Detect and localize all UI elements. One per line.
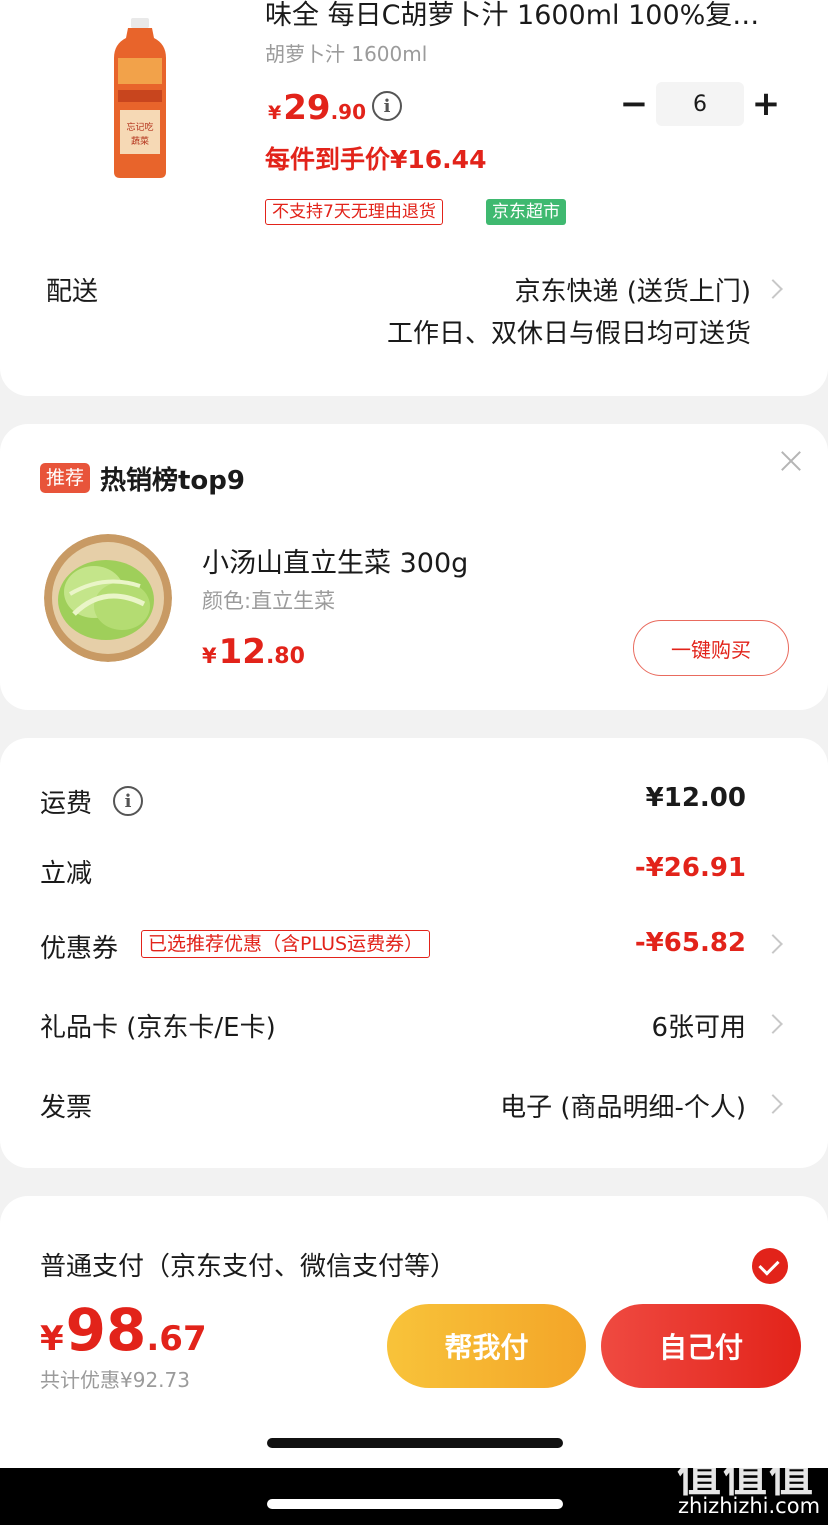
rec-price-symbol: ¥: [202, 644, 217, 668]
shipping-info-icon[interactable]: i: [113, 786, 143, 816]
store-tag: 京东超市: [486, 199, 566, 225]
total-price: ¥ 98 .67: [40, 1296, 207, 1364]
watermark-url: zhizhizhi.com: [678, 1494, 821, 1518]
giftcard-label[interactable]: 礼品卡 (京东卡/E卡): [40, 1007, 276, 1044]
delivery-label: 配送: [46, 277, 99, 307]
checkout-page: 忘记吃 蔬菜 味全 每日C胡萝卜汁 1600ml 100%复… 胡萝卜汁 160…: [0, 0, 828, 1525]
lettuce-image[interactable]: [44, 534, 172, 662]
home-indicator-secondary: [267, 1499, 563, 1509]
coupon-value[interactable]: -¥65.82: [635, 928, 746, 958]
recommend-badge: 推荐: [40, 463, 91, 493]
bottle-label-2: 蔬菜: [131, 135, 149, 147]
bottle-label-1: 忘记吃: [126, 121, 153, 133]
product-image[interactable]: 忘记吃 蔬菜: [110, 18, 170, 180]
price-decimal: .90: [330, 100, 366, 124]
product-card: 忘记吃 蔬菜 味全 每日C胡萝卜汁 1600ml 100%复… 胡萝卜汁 160…: [0, 0, 828, 396]
unit-price: 每件到手价¥16.44: [265, 145, 487, 174]
shipping-value: ¥12.00: [645, 783, 746, 813]
recommend-item-name[interactable]: 小汤山直立生菜 300g: [202, 541, 468, 580]
shipping-label: 运费: [40, 789, 93, 819]
rec-price-integer: 12: [218, 632, 266, 672]
quantity-stepper: − 6 +: [612, 82, 788, 126]
coupon-chevron-icon[interactable]: [763, 934, 783, 954]
giftcard-chevron-icon[interactable]: [763, 1014, 783, 1034]
total-symbol: ¥: [40, 1319, 64, 1359]
recommendation-card: 推荐 热销榜top9 小汤山直立生菜 300g 颜色:直立生菜 ¥ 12 .80…: [0, 424, 828, 710]
price-integer: 29: [283, 88, 331, 128]
total-integer: 98: [65, 1296, 147, 1364]
checkmark-icon[interactable]: [752, 1248, 788, 1284]
product-price: ¥ 29 .90: [268, 88, 366, 128]
coupon-label[interactable]: 优惠券: [40, 928, 118, 965]
help-pay-button[interactable]: 帮我付: [387, 1304, 586, 1388]
delivery-chevron-icon[interactable]: [763, 279, 783, 299]
recommend-item-spec: 颜色:直立生菜: [202, 589, 336, 613]
invoice-chevron-icon[interactable]: [763, 1094, 783, 1114]
self-pay-button[interactable]: 自己付: [601, 1304, 801, 1388]
discount-value: -¥26.91: [634, 853, 746, 883]
invoice-label[interactable]: 发票: [40, 1087, 92, 1124]
payment-method-label[interactable]: 普通支付（京东支付、微信支付等）: [40, 1246, 456, 1283]
decrease-quantity-button[interactable]: −: [612, 82, 656, 126]
price-symbol: ¥: [268, 102, 282, 124]
product-spec: 胡萝卜汁 1600ml: [265, 42, 428, 66]
fees-card: 运费 i ¥12.00 立减 -¥26.91 优惠券 已选推荐优惠（含PLUS运…: [0, 738, 828, 1168]
recommend-title: 热销榜top9: [100, 466, 245, 496]
total-saved: 共计优惠¥92.73: [40, 1368, 190, 1392]
home-indicator[interactable]: [267, 1438, 563, 1448]
increase-quantity-button[interactable]: +: [744, 82, 788, 126]
price-info-icon[interactable]: i: [372, 91, 402, 121]
no-return-tag: 不支持7天无理由退货: [265, 199, 443, 225]
recommend-item-price: ¥ 12 .80: [202, 632, 305, 672]
quantity-value[interactable]: 6: [656, 82, 744, 126]
giftcard-value[interactable]: 6张可用: [651, 1007, 746, 1044]
delivery-method[interactable]: 京东快递 (送货上门): [514, 271, 751, 308]
delivery-schedule[interactable]: 工作日、双休日与假日均可送货: [387, 313, 751, 350]
one-click-buy-button[interactable]: 一键购买: [633, 620, 789, 676]
discount-label: 立减: [40, 859, 93, 889]
coupon-tag[interactable]: 已选推荐优惠（含PLUS运费券）: [141, 930, 431, 958]
invoice-value[interactable]: 电子 (商品明细-个人): [500, 1087, 746, 1124]
total-decimal: .67: [146, 1319, 207, 1359]
close-icon[interactable]: [778, 448, 804, 474]
rec-price-decimal: .80: [265, 644, 305, 669]
product-title[interactable]: 味全 每日C胡萝卜汁 1600ml 100%复…: [265, 0, 795, 32]
